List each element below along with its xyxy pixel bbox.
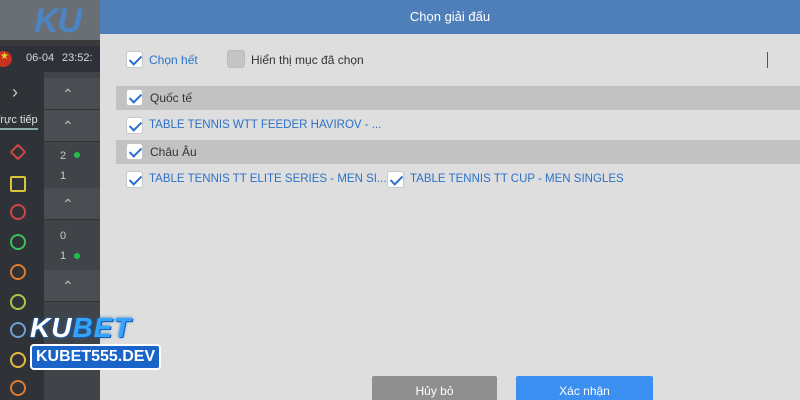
date-bar: 06-04 23:52: <box>0 46 100 72</box>
show-selected-label[interactable]: Hiển thị mục đã chọn <box>251 53 364 67</box>
live-dot <box>74 152 80 158</box>
cancel-button[interactable]: Hủy bỏ <box>372 376 497 400</box>
tennis-icon[interactable] <box>10 294 26 310</box>
collapse-row[interactable]: ⌃ <box>44 188 100 220</box>
score: 1 <box>60 250 67 262</box>
group-checkbox[interactable] <box>126 89 143 106</box>
five-icon[interactable] <box>10 204 26 220</box>
tv-icon[interactable] <box>10 176 26 192</box>
select-all-checkbox[interactable] <box>126 51 143 68</box>
league-checkbox[interactable] <box>387 171 404 188</box>
select-all-label[interactable]: Chọn hết <box>149 53 198 67</box>
flag-icon <box>0 51 12 67</box>
league-label[interactable]: TABLE TENNIS TT ELITE SERIES - MEN SI... <box>149 173 387 185</box>
volleyball-icon[interactable] <box>10 352 26 368</box>
group-header-europe[interactable]: Châu Âu <box>116 140 800 164</box>
star-icon[interactable] <box>9 143 27 161</box>
league-label[interactable]: TABLE TENNIS WTT FEEDER HAVIROV - ... <box>149 119 381 131</box>
live-tab[interactable]: Trực tiếp <box>0 114 38 130</box>
league-checkbox[interactable] <box>126 171 143 188</box>
group-checkbox[interactable] <box>126 143 143 160</box>
rugby-icon[interactable] <box>10 322 26 338</box>
time-label: 23:52: <box>62 52 93 64</box>
confirm-button[interactable]: Xác nhận <box>516 376 653 400</box>
live-dot <box>74 253 80 259</box>
collapse-row[interactable]: ⌃ <box>44 110 100 142</box>
soccer-icon[interactable] <box>10 234 26 250</box>
brand-logo: KUBET <box>30 312 132 343</box>
modal-title: Chọn giải đấu <box>409 9 491 24</box>
score: 0 <box>60 230 67 242</box>
app-logo: KU <box>0 0 100 40</box>
chevron-right-icon[interactable]: › <box>12 82 18 103</box>
league-select-modal: Chọn giải đấu Chọn hết Hiển thị mục đã c… <box>100 0 800 400</box>
group-label: Châu Âu <box>150 145 197 159</box>
brand-watermark: KUBET KUBET555.DEV <box>30 312 170 372</box>
divider <box>767 52 768 68</box>
modal-header: Chọn giải đấu <box>100 0 800 34</box>
league-checkbox[interactable] <box>126 117 143 134</box>
score: 1 <box>60 170 67 182</box>
show-selected-checkbox[interactable] <box>227 50 245 68</box>
collapse-row[interactable]: ⌃ <box>44 270 100 302</box>
score: 2 <box>60 150 67 162</box>
group-label: Quốc tế <box>150 91 193 105</box>
badminton-icon[interactable] <box>10 380 26 396</box>
site-badge: KUBET555.DEV <box>30 344 162 370</box>
basketball-icon[interactable] <box>10 264 26 280</box>
group-header-international[interactable]: Quốc tế <box>116 86 800 110</box>
collapse-row[interactable]: ⌃ <box>44 78 100 110</box>
date-label: 06-04 <box>26 52 55 64</box>
league-label[interactable]: TABLE TENNIS TT CUP - MEN SINGLES <box>410 173 624 185</box>
